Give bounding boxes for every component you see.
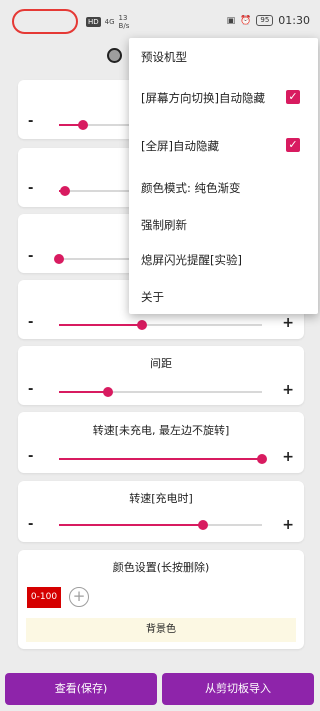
- decrease-button[interactable]: -: [28, 315, 33, 330]
- decrease-button[interactable]: -: [28, 181, 33, 196]
- signal-icon: 4G: [104, 18, 115, 26]
- slider-thumb[interactable]: [137, 320, 148, 330]
- increase-button[interactable]: +: [282, 449, 294, 465]
- battery-icon: 95: [256, 15, 274, 26]
- decrease-button[interactable]: -: [28, 249, 33, 264]
- card-title: 转速[未充电, 最左边不旋转]: [92, 424, 230, 437]
- view-save-button[interactable]: 查看(保存): [5, 673, 157, 705]
- net-speed-unit: B/s: [118, 22, 130, 30]
- decrease-button[interactable]: -: [28, 382, 33, 397]
- color-chip[interactable]: 0-100: [27, 587, 61, 608]
- net-speed: 13 B/s: [119, 14, 130, 30]
- nfc-icon: ▣: [226, 15, 236, 26]
- slider-track[interactable]: [59, 320, 262, 330]
- slider-thumb[interactable]: [54, 254, 64, 264]
- card-title: 间距: [150, 357, 172, 370]
- increase-button[interactable]: +: [282, 315, 294, 331]
- speed-uncharged-card: 转速[未充电, 最左边不旋转] - +: [18, 412, 304, 473]
- decrease-button[interactable]: -: [28, 114, 33, 129]
- menu-item-preset-model[interactable]: 预设机型: [141, 49, 187, 65]
- orientation-autohide-checkbox[interactable]: ✓: [286, 90, 300, 104]
- clock: 01:30: [278, 14, 310, 27]
- card-title: 转速[充电时]: [129, 492, 193, 505]
- hd-icon: HD: [86, 17, 101, 27]
- status-left: HD 4G 13 B/s: [86, 14, 129, 30]
- net-speed-value: 13: [118, 14, 128, 22]
- slider-track[interactable]: [59, 454, 267, 464]
- menu-item-fullscreen-autohide[interactable]: [全屏]自动隐藏: [141, 138, 219, 154]
- status-pill[interactable]: [12, 9, 78, 34]
- increase-button[interactable]: +: [282, 517, 294, 533]
- slider-thumb[interactable]: [60, 186, 71, 196]
- slider-thumb[interactable]: [102, 387, 113, 397]
- speed-charging-card: 转速[充电时] - +: [18, 481, 304, 542]
- slider-thumb[interactable]: [198, 520, 209, 530]
- slider-thumb[interactable]: [78, 120, 89, 130]
- slider-thumb[interactable]: [257, 454, 267, 464]
- preview-dot[interactable]: [107, 48, 122, 63]
- alarm-icon: ⏰: [240, 15, 252, 26]
- color-settings-card: 颜色设置(长按删除) 0-100 + 背景色: [18, 550, 304, 649]
- slider-fill: [59, 458, 262, 460]
- status-right: ▣ ⏰ 95 01:30: [227, 14, 310, 27]
- decrease-button[interactable]: -: [28, 449, 33, 464]
- decrease-button[interactable]: -: [28, 517, 33, 532]
- menu-item-about[interactable]: 关于: [141, 289, 164, 305]
- import-clipboard-button[interactable]: 从剪切板导入: [162, 673, 314, 705]
- slider-fill: [59, 391, 108, 393]
- slider-fill: [59, 324, 143, 326]
- menu-item-screen-off-flash[interactable]: 熄屏闪光提醒[实验]: [141, 252, 242, 268]
- fullscreen-autohide-checkbox[interactable]: ✓: [286, 138, 300, 152]
- background-color-button[interactable]: 背景色: [26, 618, 296, 642]
- slider-fill: [59, 524, 204, 526]
- slider-track[interactable]: [59, 520, 262, 530]
- menu-item-force-refresh[interactable]: 强制刷新: [141, 217, 187, 233]
- color-settings-title: 颜色设置(长按删除): [112, 561, 210, 574]
- slider-track[interactable]: [59, 387, 262, 397]
- menu-item-color-mode[interactable]: 颜色模式: 纯色渐变: [141, 180, 241, 196]
- menu-item-orientation-autohide[interactable]: [屏幕方向切换]自动隐藏: [141, 90, 265, 106]
- overflow-menu: 预设机型 [屏幕方向切换]自动隐藏 ✓ [全屏]自动隐藏 ✓ 颜色模式: 纯色渐…: [129, 38, 318, 314]
- spacing-card: 间距 - +: [18, 346, 304, 405]
- add-color-button[interactable]: +: [69, 587, 89, 607]
- increase-button[interactable]: +: [282, 382, 294, 398]
